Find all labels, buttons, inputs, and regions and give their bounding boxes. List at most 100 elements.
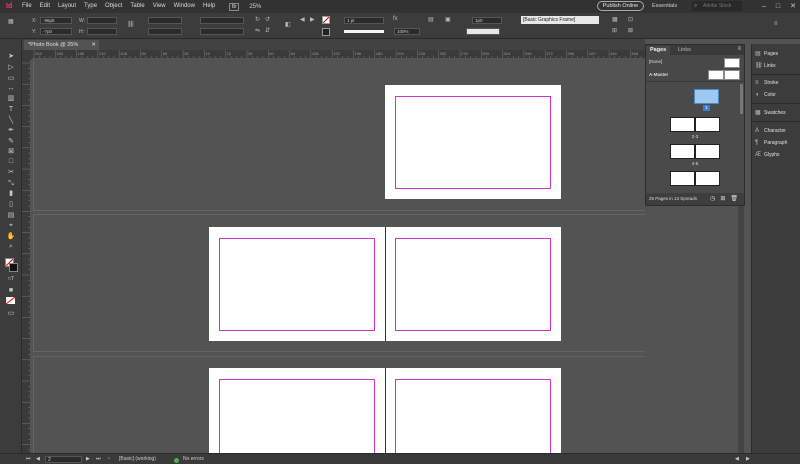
delete-page-icon[interactable]: 🗑 [730,193,738,205]
horizontal-scroll-right-icon[interactable]: ▶ [746,456,750,463]
search-input[interactable]: ⌕ Adobe Stock [692,1,742,11]
edit-page-size-icon[interactable]: ◷ [710,193,715,205]
new-page-icon[interactable]: ⊞ [720,193,725,205]
a-master-right-thumbnail[interactable] [724,70,740,80]
rotate-ccw-icon[interactable]: ↺ [265,16,270,23]
page-thumb-3[interactable] [695,117,720,132]
page-thumb-7[interactable] [695,171,720,186]
center-content-icon[interactable]: ⊠ [628,27,633,34]
rectangle-frame-tool-icon[interactable]: ⊠ [5,147,17,156]
close-icon[interactable]: ✕ [790,0,796,13]
none-master-thumbnail[interactable] [724,58,740,68]
width-field[interactable] [87,17,117,24]
height-field[interactable] [87,28,117,35]
menu-window[interactable]: Window [170,0,199,13]
corner-size-field[interactable]: 1p0 [472,17,502,24]
menu-object[interactable]: Object [101,0,126,13]
gradient-feather-tool-icon[interactable]: ▯ [5,200,17,209]
last-page-icon[interactable]: ⏭ [96,456,101,463]
page-2[interactable] [209,227,385,341]
page-4[interactable] [209,368,385,453]
y-field[interactable]: -7p0 [40,28,72,35]
object-style-select[interactable]: [Basic Graphics Frame] [521,16,599,24]
scale-x-field[interactable] [148,17,182,24]
gradient-tool-icon[interactable]: ▮ [5,189,17,198]
a-master-label[interactable]: A-Master [649,72,668,77]
page-thumb-1[interactable] [694,89,719,104]
none-master-label[interactable]: [None] [649,59,662,64]
menu-file[interactable]: File [18,0,36,13]
fill-swatch[interactable] [322,16,330,24]
page-1[interactable] [385,85,561,199]
menu-view[interactable]: View [149,0,170,13]
control-panel-menu-icon[interactable]: ≡ [774,21,778,27]
scale-y-field[interactable] [148,28,182,35]
hand-tool-icon[interactable]: ✋ [5,232,17,241]
first-page-icon[interactable]: ⏮ [26,456,31,463]
minimize-icon[interactable]: – [762,0,766,13]
stroke-swatch[interactable] [322,28,330,36]
page-thumbnails[interactable]: 1 2-3 4-5 [646,81,744,194]
menu-layout[interactable]: Layout [54,0,80,13]
fit-content-icon[interactable]: ⊡ [628,16,633,23]
direct-selection-tool-icon[interactable]: ▷ [5,63,17,72]
content-collector-icon[interactable]: ▥ [5,94,17,103]
open-page-icon[interactable]: ◔ [107,456,110,463]
publish-online-button[interactable]: Publish Online [597,1,644,11]
tab-links[interactable]: Links [674,46,695,55]
pencil-tool-icon[interactable]: ✎ [5,137,17,146]
menu-table[interactable]: Table [126,0,148,13]
stroke-weight-field[interactable]: 1 pt [344,17,384,24]
thumbnails-scrollbar[interactable] [740,84,743,114]
menu-help[interactable]: Help [199,0,219,13]
dock-links[interactable]: ⛓Links [755,61,776,71]
free-transform-tool-icon[interactable]: ⤡ [5,179,17,188]
constrain-proportions-icon[interactable]: ⛓ [127,21,135,28]
page-thumb-5[interactable] [695,144,720,159]
pen-tool-icon[interactable]: ✒ [5,126,17,135]
apply-none-icon[interactable] [6,297,15,304]
dock-color[interactable]: ◑ Color [755,90,776,100]
gap-tool-icon[interactable]: ↔ [5,84,17,93]
rectangle-tool-icon[interactable]: □ [5,157,17,166]
close-tab-icon[interactable]: ✕ [91,40,96,50]
eyedropper-tool-icon[interactable]: ⌖ [5,221,17,230]
page-thumb-4[interactable] [670,144,695,159]
apply-color-icon[interactable]: ■ [5,286,17,295]
select-container-icon[interactable]: ◧ [285,21,291,28]
horizontal-ruler[interactable]: 204 180 156 132 108 84 60 36 12 12 36 60 84 108 132 156… [32,50,645,59]
line-tool-icon[interactable]: ╲ [5,116,17,125]
corner-shape-field[interactable] [466,28,500,35]
menu-edit[interactable]: Edit [36,0,54,13]
zoom-level[interactable]: 25% [249,4,261,10]
rotate-cw-icon[interactable]: ↻ [255,16,260,23]
flip-horizontal-icon[interactable]: ⇋ [255,27,260,34]
a-master-left-thumbnail[interactable] [708,70,724,80]
dock-paragraph[interactable]: ¶ Paragraph [755,138,787,148]
page-number-field[interactable]: 2 [45,456,82,463]
workspace-switcher[interactable]: Essentials [652,1,677,11]
pasteboard[interactable] [32,60,645,453]
drop-shadow-icon[interactable]: ▣ [445,16,451,23]
dock-glyphs[interactable]: Æ Glyphs [755,150,780,160]
formatting-affects-container-icon[interactable]: □T [5,275,17,284]
text-wrap-icon[interactable]: ▤ [428,16,434,23]
screen-mode-icon[interactable]: ▭ [5,309,17,318]
select-next-icon[interactable]: ▶ [310,16,315,23]
stroke-type-preview[interactable] [344,30,384,33]
dock-character[interactable]: A Character [755,126,786,136]
dock-stroke[interactable]: ≡ Stroke [755,78,778,88]
vertical-ruler[interactable] [22,59,31,453]
page-5[interactable] [385,368,561,453]
page-thumb-6[interactable] [670,171,695,186]
effects-icon[interactable]: fx [393,16,398,22]
prev-page-icon[interactable]: ◀ [36,456,40,463]
stroke-color-icon[interactable] [9,263,18,272]
menu-type[interactable]: Type [80,0,101,13]
page-thumb-2[interactable] [670,117,695,132]
horizontal-scroll-left-icon[interactable]: ◀ [735,456,739,463]
maximize-icon[interactable]: □ [776,0,780,13]
reference-point-icon[interactable]: ▦ [8,18,14,25]
preflight-profile[interactable]: [Basic] (working) [119,456,156,463]
bridge-button[interactable]: Br [229,2,240,11]
